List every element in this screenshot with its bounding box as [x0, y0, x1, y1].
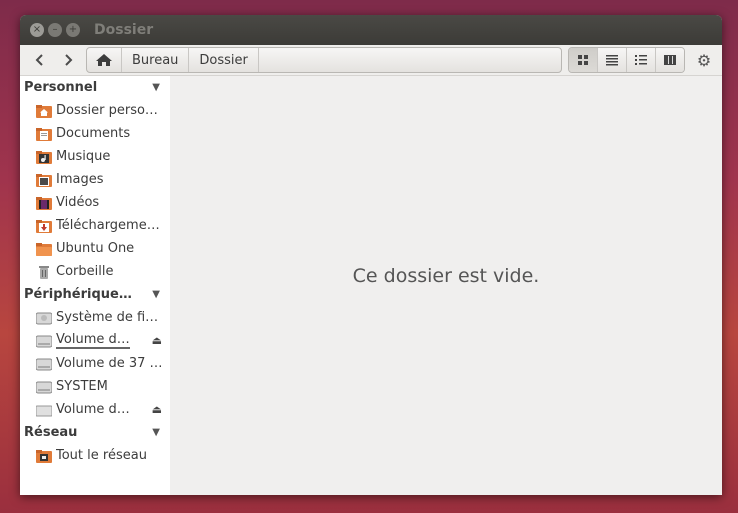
- sidebar-item-label: Volume de 37 …: [56, 356, 163, 371]
- sidebar-item-corbeille[interactable]: Corbeille: [20, 260, 170, 283]
- sidebar-item-musique[interactable]: Musique: [20, 145, 170, 168]
- home-folder-icon: [36, 104, 52, 118]
- sidebar-item-label: Documents: [56, 126, 131, 141]
- removable-drive-icon: [36, 405, 52, 416]
- breadcrumb-dossier[interactable]: Dossier: [189, 48, 259, 72]
- icon-view-button[interactable]: [569, 48, 598, 72]
- columns-view-button[interactable]: [656, 48, 684, 72]
- title-bar[interactable]: × – + Dossier: [20, 15, 722, 45]
- collapse-caret-icon[interactable]: ▼: [152, 82, 160, 93]
- sidebar-item-tout-le-reseau[interactable]: Tout le réseau: [20, 444, 170, 467]
- empty-folder-message: Ce dossier est vide.: [352, 264, 540, 287]
- sidebar-item-system[interactable]: SYSTEM: [20, 375, 170, 398]
- downloads-folder-icon: [36, 219, 52, 233]
- sidebar-section-peripheriques[interactable]: Périphérique… ▼: [20, 283, 170, 306]
- minimize-window-button[interactable]: –: [48, 23, 62, 37]
- sidebar-item-label: SYSTEM: [56, 379, 108, 394]
- breadcrumb: Bureau Dossier: [86, 47, 562, 73]
- sidebar-item-volume-37[interactable]: Volume de 37 …: [20, 352, 170, 375]
- pictures-folder-icon: [36, 173, 52, 187]
- sidebar-item-label: Téléchargeme…: [56, 218, 160, 233]
- sidebar-item-volume-2[interactable]: Volume d… ⏏: [20, 398, 170, 421]
- section-label: Réseau: [24, 425, 78, 440]
- sidebar-item-label: Ubuntu One: [56, 241, 135, 256]
- sidebar-item-label: Tout le réseau: [56, 448, 147, 463]
- back-button[interactable]: [26, 47, 54, 73]
- sidebar-item-label: Vidéos: [56, 195, 100, 210]
- trash-icon: [39, 265, 49, 279]
- drive-icon: [36, 381, 52, 393]
- forward-button[interactable]: [54, 47, 82, 73]
- breadcrumb-home[interactable]: [87, 48, 122, 72]
- sidebar-item-telechargements[interactable]: Téléchargeme…: [20, 214, 170, 237]
- grid-icon: [578, 55, 588, 65]
- breadcrumb-bureau[interactable]: Bureau: [122, 48, 190, 72]
- home-icon: [96, 54, 112, 66]
- sidebar-item-documents[interactable]: Documents: [20, 122, 170, 145]
- sidebar-item-systeme-de-fichiers[interactable]: Système de fi…: [20, 306, 170, 329]
- gear-icon: ⚙: [696, 50, 712, 70]
- section-label: Périphérique…: [24, 287, 132, 302]
- settings-button[interactable]: ⚙: [693, 49, 715, 71]
- sidebar-item-label: Dossier perso…: [56, 103, 158, 118]
- sidebar-item-label: Volume d…: [56, 332, 130, 349]
- network-icon: [36, 449, 52, 463]
- view-switcher: [568, 47, 685, 73]
- sidebar-item-label: Volume d…: [56, 402, 130, 417]
- collapse-caret-icon[interactable]: ▼: [152, 289, 160, 300]
- compact-view-button[interactable]: [627, 48, 656, 72]
- maximize-window-button[interactable]: +: [66, 23, 80, 37]
- drive-icon: [36, 335, 52, 347]
- file-manager-window: × – + Dossier Bureau Dossier ⚙ Personnel…: [20, 15, 722, 495]
- close-window-button[interactable]: ×: [30, 23, 44, 37]
- sidebar-item-label: Musique: [56, 149, 111, 164]
- compact-list-icon: [635, 55, 647, 65]
- toolbar: Bureau Dossier ⚙: [20, 45, 722, 76]
- drive-icon: [36, 358, 52, 370]
- section-label: Personnel: [24, 80, 98, 95]
- sidebar-item-dossier-personnel[interactable]: Dossier perso…: [20, 99, 170, 122]
- forward-arrow-icon: [65, 54, 73, 66]
- collapse-caret-icon[interactable]: ▼: [152, 427, 160, 438]
- videos-folder-icon: [36, 196, 52, 210]
- close-icon: ×: [32, 24, 42, 35]
- folder-icon: [36, 242, 52, 256]
- list-view-button[interactable]: [598, 48, 627, 72]
- sidebar-section-personnel[interactable]: Personnel ▼: [20, 76, 170, 99]
- minimize-icon: –: [52, 24, 58, 35]
- sidebar-item-ubuntu-one[interactable]: Ubuntu One: [20, 237, 170, 260]
- music-folder-icon: [36, 150, 52, 164]
- sidebar-item-volume-1[interactable]: Volume d… ⏏: [20, 329, 170, 352]
- sidebar-item-images[interactable]: Images: [20, 168, 170, 191]
- documents-folder-icon: [36, 127, 52, 141]
- sidebar-section-reseau[interactable]: Réseau ▼: [20, 421, 170, 444]
- sidebar-item-videos[interactable]: Vidéos: [20, 191, 170, 214]
- back-arrow-icon: [35, 54, 43, 66]
- drive-icon: [36, 312, 52, 324]
- sidebar-item-label: Corbeille: [56, 264, 114, 279]
- sidebar-item-label: Système de fi…: [56, 310, 159, 325]
- sidebar-item-label: Images: [56, 172, 104, 187]
- maximize-icon: +: [68, 24, 78, 35]
- content-area[interactable]: Ce dossier est vide.: [170, 76, 722, 495]
- columns-icon: [664, 55, 676, 65]
- eject-icon[interactable]: ⏏: [152, 403, 162, 416]
- sidebar: Personnel ▼ Dossier perso… Documents Mus…: [20, 76, 170, 495]
- eject-icon[interactable]: ⏏: [152, 334, 162, 347]
- list-icon: [606, 55, 618, 66]
- window-title: Dossier: [94, 22, 154, 38]
